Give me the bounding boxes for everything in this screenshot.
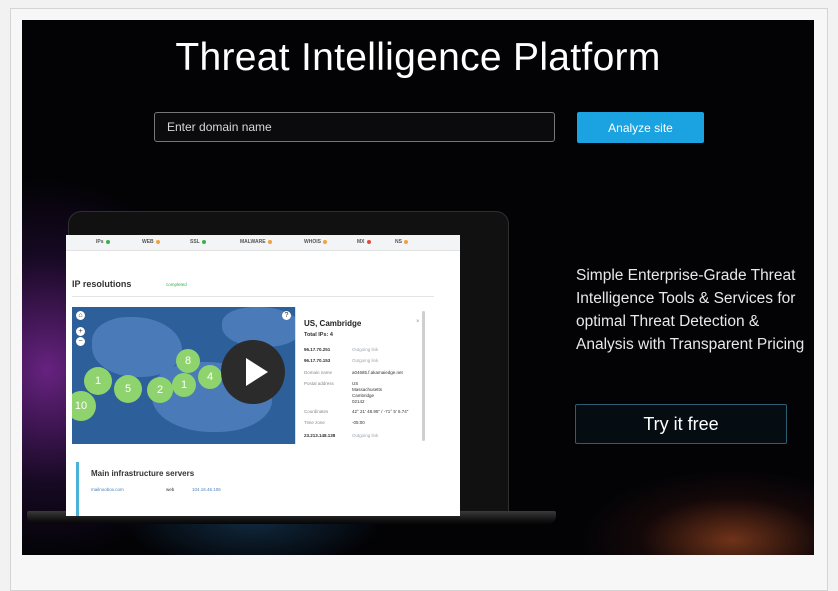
try-free-button[interactable]: Try it free <box>575 404 787 444</box>
orange-glow <box>582 470 814 555</box>
play-button[interactable] <box>221 340 285 404</box>
hero-section: Threat Intelligence Platform Analyze sit… <box>22 20 814 555</box>
tab-web: WEB <box>142 239 160 245</box>
map-bubble: 5 <box>114 375 142 403</box>
help-icon[interactable]: ? <box>282 311 291 320</box>
status-dot-icon <box>403 239 408 244</box>
status-dot-icon <box>366 239 371 244</box>
tab-ips: IPs <box>96 239 110 245</box>
infra-type: web <box>166 487 175 492</box>
map-bubble: 1 <box>84 367 112 395</box>
analyze-site-button[interactable]: Analyze site <box>577 112 704 143</box>
tab-mx: MX <box>357 239 371 245</box>
infra-title: Main infrastructure servers <box>91 469 195 478</box>
play-icon <box>246 358 268 386</box>
tab-ns: NS <box>395 239 408 245</box>
tab-malware: MALWARE <box>240 239 272 245</box>
map-bubble: 2 <box>147 377 173 403</box>
panel-scrollbar[interactable] <box>422 311 425 441</box>
tab-whois: WHOIS <box>304 239 327 245</box>
panel-total: Total IPs: 4 <box>304 332 333 338</box>
zoom-out-icon[interactable]: − <box>76 337 85 346</box>
map-bubble: 10 <box>72 391 96 421</box>
zoom-in-icon[interactable]: + <box>76 327 85 336</box>
tab-ssl: SSL <box>190 239 206 245</box>
status-badge: completed <box>166 282 187 287</box>
home-icon[interactable]: ⌂ <box>76 311 85 320</box>
infra-host: mailnoobox.com <box>91 487 124 492</box>
page-title: Threat Intelligence Platform <box>175 36 661 79</box>
map-bubble: 1 <box>172 373 196 397</box>
panel-city: US, Cambridge <box>304 319 362 328</box>
status-dot-icon <box>201 239 206 244</box>
status-dot-icon <box>155 239 160 244</box>
ip-map: ⌂ + − ? 8 1 5 2 1 4 10 <box>72 307 295 444</box>
divider <box>72 296 434 297</box>
preview-nav: IPs WEB SSL MALWARE WHOIS MX NS <box>66 235 460 251</box>
infra-ip: 104.16.46.106 <box>192 487 221 492</box>
status-dot-icon <box>322 239 327 244</box>
ip-detail-panel: US, Cambridge × Total IPs: 4 96.17.70.25… <box>295 307 426 444</box>
close-icon[interactable]: × <box>416 319 420 325</box>
map-bubble: 8 <box>176 349 200 373</box>
status-dot-icon <box>105 239 110 244</box>
domain-search-input[interactable] <box>154 112 555 142</box>
video-preview[interactable]: IPs WEB SSL MALWARE WHOIS MX NS IP resol… <box>66 235 460 516</box>
section-title: IP resolutions <box>72 279 132 289</box>
map-bubble: 4 <box>198 365 222 389</box>
infrastructure-section: Main infrastructure servers mailnoobox.c… <box>76 462 438 516</box>
status-dot-icon <box>267 239 272 244</box>
tagline-text: Simple Enterprise-Grade Threat Intellige… <box>576 267 805 353</box>
